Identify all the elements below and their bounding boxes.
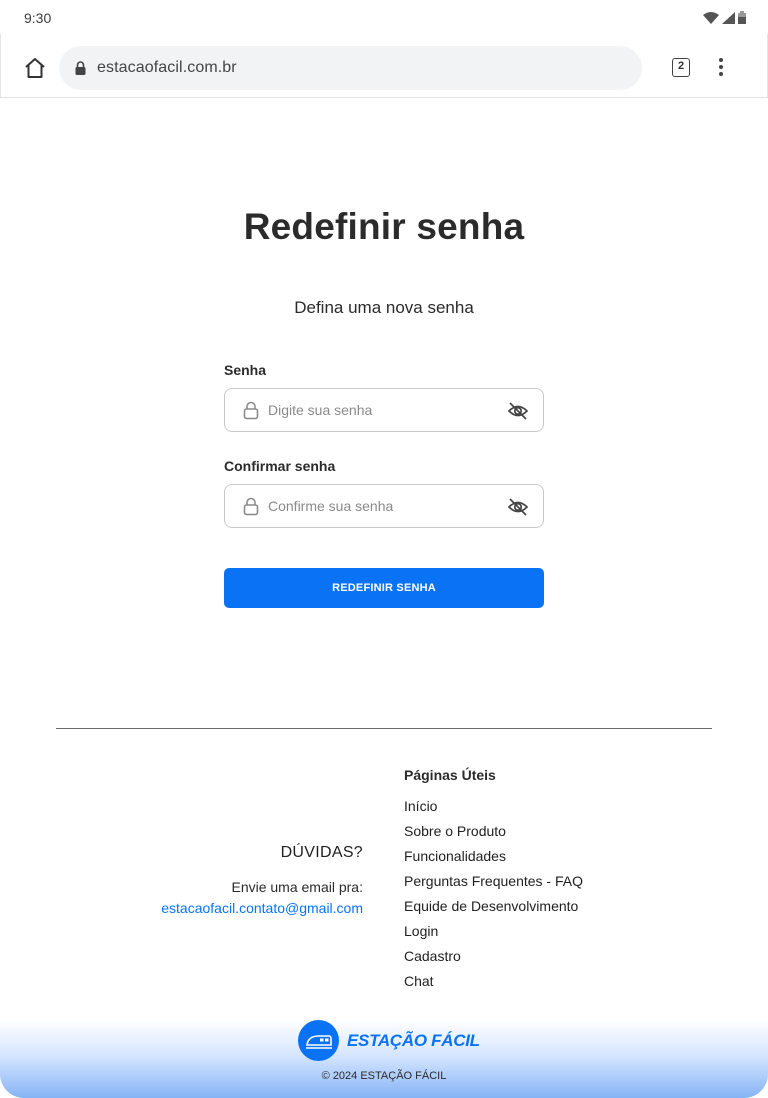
signal-icon	[722, 11, 735, 24]
home-icon[interactable]	[23, 56, 47, 80]
footer-link-faq[interactable]: Perguntas Frequentes - FAQ	[404, 872, 583, 897]
brand-logo[interactable]: ESTAÇÃO FÁCIL	[298, 1020, 480, 1061]
more-menu-icon[interactable]	[717, 58, 725, 78]
confirm-password-field[interactable]: Confirme sua senha	[224, 484, 544, 528]
useful-pages-heading: Páginas Úteis	[404, 767, 496, 783]
eye-off-icon[interactable]	[507, 496, 529, 518]
contact-text: Envie uma email pra:	[231, 879, 363, 895]
help-heading: DÚVIDAS?	[280, 844, 363, 861]
lock-icon	[243, 497, 259, 516]
wifi-icon	[703, 11, 719, 24]
footer-link-login[interactable]: Login	[404, 922, 583, 947]
footer-divider	[56, 728, 712, 729]
status-time: 9:30	[24, 10, 52, 26]
confirm-password-label: Confirmar senha	[224, 458, 336, 474]
page-subtitle: Defina uma nova senha	[294, 298, 474, 317]
contact-email-link[interactable]: estacaofacil.contato@gmail.com	[161, 900, 363, 916]
browser-toolbar: estacaofacil.com.br 2	[0, 34, 768, 98]
battery-icon	[738, 11, 746, 24]
lock-icon	[75, 61, 86, 75]
tab-switcher-button[interactable]: 2	[672, 58, 690, 77]
footer-link-cadastro[interactable]: Cadastro	[404, 947, 583, 972]
address-bar[interactable]: estacaofacil.com.br	[59, 46, 642, 90]
footer-link-chat[interactable]: Chat	[404, 972, 583, 997]
password-label: Senha	[224, 362, 267, 378]
useful-pages-list: Início Sobre o Produto Funcionalidades P…	[404, 797, 583, 997]
footer-link-funcionalidades[interactable]: Funcionalidades	[404, 847, 583, 872]
eye-off-icon[interactable]	[507, 400, 529, 422]
url-text: estacaofacil.com.br	[97, 59, 237, 76]
train-icon	[298, 1020, 339, 1061]
footer-link-equipe[interactable]: Equide de Desenvolvimento	[404, 897, 583, 922]
status-icons	[703, 11, 746, 24]
brand-name: ESTAÇÃO FÁCIL	[347, 1030, 480, 1050]
password-field[interactable]: Digite sua senha	[224, 388, 544, 432]
reset-password-button[interactable]: REDEFINIR SENHA	[224, 568, 544, 608]
footer-link-inicio[interactable]: Início	[404, 797, 583, 822]
lock-icon	[243, 401, 259, 420]
copyright-text: © 2024 ESTAÇÃO FÁCIL	[321, 1070, 447, 1082]
confirm-password-placeholder: Confirme sua senha	[268, 498, 394, 514]
password-placeholder: Digite sua senha	[268, 402, 373, 418]
page-title: Redefinir senha	[243, 206, 525, 247]
footer-link-sobre[interactable]: Sobre o Produto	[404, 822, 583, 847]
status-bar: 9:30	[0, 0, 768, 34]
